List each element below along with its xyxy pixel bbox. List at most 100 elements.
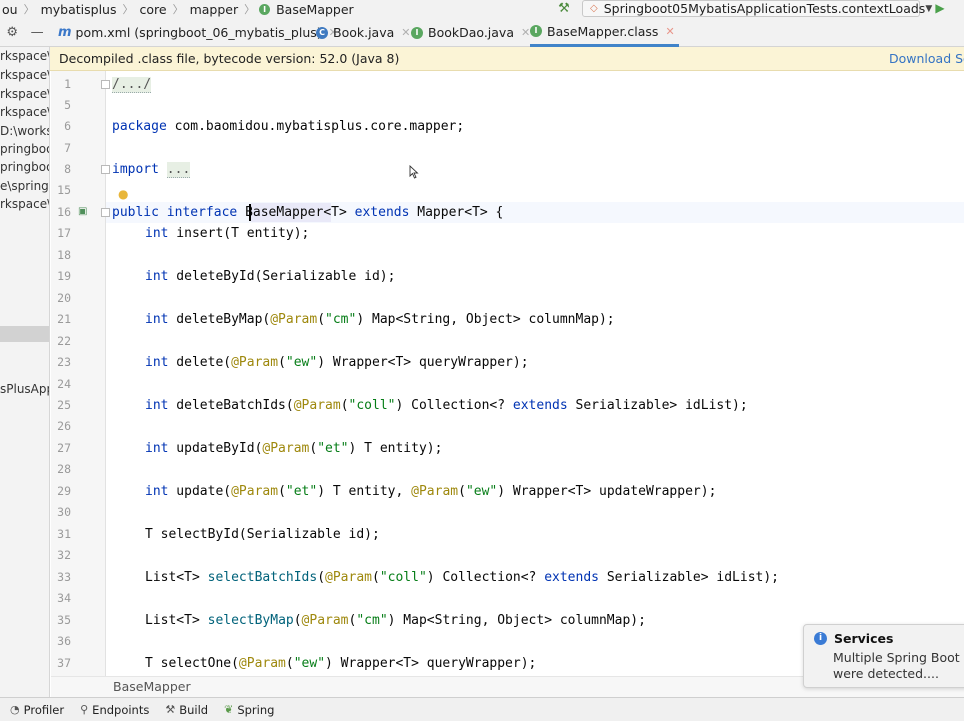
minimize-icon[interactable]: — xyxy=(31,25,44,40)
code-text: T selectById(Serializable id); xyxy=(145,527,380,542)
tab-label: BaseMapper.class xyxy=(547,23,659,39)
line-number: 31 xyxy=(57,527,71,541)
annotation: @Param xyxy=(325,570,372,585)
endpoints-tool-button[interactable]: ⚲ Endpoints xyxy=(80,703,149,717)
keyword: int xyxy=(145,269,169,284)
breadcrumb-ou[interactable]: ou xyxy=(0,2,20,17)
run-configuration-select[interactable]: ◇ Springboot05MybatisApplicationTests.co… xyxy=(582,0,932,17)
code-text: ) Wrapper<T> queryWrapper); xyxy=(325,656,537,671)
line-number: 28 xyxy=(57,462,71,476)
run-icon[interactable]: ▶ xyxy=(932,0,948,17)
code-text: ) T entity, xyxy=(317,484,412,499)
code-text: delete( xyxy=(168,355,232,370)
code-text: ) Collection<? xyxy=(395,398,513,413)
tool-window-bar: ◔ Profiler ⚲ Endpoints ⚒ Build ❦ Spring xyxy=(0,697,964,721)
line-number: 29 xyxy=(57,484,71,498)
project-tree-item[interactable]: rkspace\s xyxy=(0,47,49,65)
tab-label: BookDao.java xyxy=(428,25,514,40)
endpoints-icon: ⚲ xyxy=(80,703,89,716)
profiler-icon: ◔ xyxy=(10,703,20,716)
annotation: @Param xyxy=(238,656,286,671)
code-text: ( xyxy=(317,312,326,327)
breadcrumb-core[interactable]: core xyxy=(137,2,168,17)
line-number: 7 xyxy=(64,141,71,155)
hammer-icon: ⚒ xyxy=(165,703,176,716)
code-text: insert(T entity); xyxy=(168,226,310,241)
chevron-right-icon: 〉 xyxy=(122,3,134,16)
close-icon[interactable]: ✕ xyxy=(401,26,410,39)
breadcrumb-mybatisplus[interactable]: mybatisplus xyxy=(39,2,119,17)
selected-row-highlight xyxy=(0,326,49,342)
lightbulb-icon[interactable]: ● xyxy=(118,187,130,201)
build-hammer-icon[interactable]: ⚒ xyxy=(556,0,572,18)
code-text: ( xyxy=(293,613,302,628)
breadcrumb-mapper[interactable]: mapper xyxy=(188,2,241,17)
folded-imports[interactable]: ... xyxy=(166,162,191,178)
string-literal: "ew" xyxy=(285,355,318,370)
build-tool-button[interactable]: ⚒ Build xyxy=(165,703,208,717)
project-tree-item[interactable]: e\spring xyxy=(0,177,49,195)
line-number: 34 xyxy=(57,591,71,605)
keyword: int xyxy=(145,355,169,370)
code-text: ) Wrapper<T> queryWrapper); xyxy=(317,355,529,370)
line-number: 15 xyxy=(57,183,71,197)
line-number: 18 xyxy=(57,248,71,262)
implemented-icon[interactable]: ▣ xyxy=(78,205,92,219)
annotation: @Param xyxy=(231,355,279,370)
project-panel: rkspace\s rkspace\s rkspace\s rkspace\s … xyxy=(0,47,50,697)
keyword: int xyxy=(145,312,169,327)
tab-bookdao-java[interactable]: I BookDao.java ✕ xyxy=(411,18,530,47)
notification-title: Services xyxy=(834,631,894,646)
tab-label: Book.java xyxy=(333,25,395,40)
tab-basemapper-class[interactable]: I BaseMapper.class ✕ xyxy=(530,18,679,47)
line-number: 8 xyxy=(64,162,71,176)
code-line-35: List<T> selectByMap(@Param("cm") Map<Str… xyxy=(145,610,646,631)
line-number: 25 xyxy=(57,398,71,412)
code-line-33: List<T> selectBatchIds(@Param("coll") Co… xyxy=(145,567,779,588)
keyword: int xyxy=(145,484,169,499)
project-tree-item[interactable]: rkspace\s xyxy=(0,85,49,103)
code-text: ) Collection<? xyxy=(426,570,545,585)
folded-comment[interactable]: /.../ xyxy=(112,77,152,93)
tool-label: Endpoints xyxy=(92,702,150,717)
string-literal: "coll" xyxy=(379,570,427,585)
line-number: 6 xyxy=(64,119,71,133)
profiler-tool-button[interactable]: ◔ Profiler xyxy=(10,703,64,717)
keyword: package xyxy=(112,119,167,134)
spring-tool-button[interactable]: ❦ Spring xyxy=(224,703,274,717)
code-text: ( xyxy=(278,484,286,499)
project-tree-item[interactable]: pringboo xyxy=(0,140,49,158)
fold-marker-icon[interactable] xyxy=(101,165,110,174)
line-number: 24 xyxy=(57,377,71,391)
breadcrumb-basemapper[interactable]: BaseMapper xyxy=(274,2,356,17)
annotation: @Param xyxy=(411,484,459,499)
string-literal: "coll" xyxy=(348,398,396,413)
project-tree-item[interactable]: rkspace\s xyxy=(0,103,49,121)
breadcrumb-label: BaseMapper xyxy=(113,679,191,694)
gear-icon[interactable]: ⚙ xyxy=(6,25,18,40)
project-tree-item[interactable]: D:\works xyxy=(0,122,49,140)
tab-pom-xml[interactable]: m pom.xml (springboot_06_mybatis_plus) ✕ xyxy=(58,18,338,47)
project-tree-item[interactable]: rkspace\s xyxy=(0,66,49,84)
annotation: @Param xyxy=(231,484,279,499)
project-tree-item[interactable]: rkspace\s xyxy=(0,195,49,213)
close-icon[interactable]: ✕ xyxy=(665,25,674,38)
line-number: 30 xyxy=(57,505,71,519)
project-tool-buttons: ⚙ — xyxy=(0,18,50,47)
run-configuration-label: Springboot05MybatisApplicationTests.cont… xyxy=(603,1,926,16)
interface-icon: I xyxy=(259,3,271,15)
project-tree-item[interactable]: pringboo xyxy=(0,158,49,176)
close-icon[interactable]: ✕ xyxy=(521,26,530,39)
code-line-8: import ... xyxy=(112,159,191,180)
fold-marker-icon[interactable] xyxy=(101,208,110,217)
keyword: import xyxy=(112,162,159,177)
download-sources-link[interactable]: Download So xyxy=(889,51,964,66)
editor-tab-bar: ⚙ — m pom.xml (springboot_06_mybatis_plu… xyxy=(0,18,964,47)
fold-marker-icon[interactable] xyxy=(101,80,110,89)
code-text: Mapper<T> { xyxy=(409,205,504,220)
tab-book-java[interactable]: C Book.java ✕ xyxy=(316,18,411,47)
line-number: 22 xyxy=(57,334,71,348)
services-notification[interactable]: i Services Multiple Spring Boot ru were … xyxy=(803,624,964,688)
code-text: ( xyxy=(458,484,466,499)
project-tree-item[interactable]: sPlusApp xyxy=(0,380,49,398)
